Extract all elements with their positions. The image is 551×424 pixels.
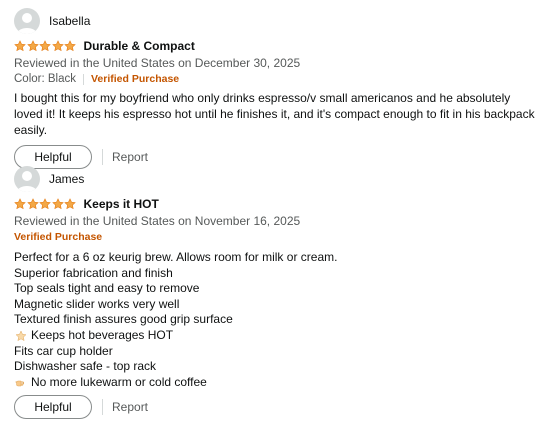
star-filled-icon bbox=[51, 40, 64, 52]
star-filled-icon bbox=[39, 198, 51, 210]
report-link[interactable]: Report bbox=[112, 150, 148, 164]
avatar-icon[interactable] bbox=[14, 8, 40, 34]
review-card: Isabella Durable & Compact Reviewed in t… bbox=[14, 8, 541, 170]
divider bbox=[83, 73, 84, 85]
star-filled-icon bbox=[39, 40, 51, 52]
review-body: Perfect for a 6 oz keurig brew. Allows r… bbox=[14, 250, 541, 390]
reviewer-name[interactable]: James bbox=[49, 172, 84, 186]
review-body: I bought this for my boyfriend who only … bbox=[14, 91, 535, 137]
review-body-line: No more lukewarm or cold coffee bbox=[14, 375, 541, 391]
star-filled-icon bbox=[26, 40, 39, 52]
review-date: Reviewed in the United States on Novembe… bbox=[14, 214, 301, 228]
rating-stars[interactable] bbox=[14, 37, 77, 55]
review-body-line: Fits car cup holder bbox=[14, 343, 113, 358]
star-filled-icon bbox=[64, 40, 76, 52]
star-emoji-icon bbox=[15, 330, 27, 341]
verified-purchase-badge: Verified Purchase bbox=[91, 73, 180, 85]
product-format: Color: Black bbox=[14, 73, 76, 85]
review-body-line: Textured finish assures good grip surfac… bbox=[14, 312, 233, 327]
review-title[interactable]: Durable & Compact bbox=[84, 39, 195, 53]
review-body-line: Superior fabrication and finish bbox=[14, 265, 173, 280]
reviewer-name[interactable]: Isabella bbox=[49, 14, 90, 28]
star-filled-icon bbox=[64, 198, 76, 210]
review-card: James Keeps it HOT Reviewed in the Unite… bbox=[14, 166, 541, 420]
avatar-icon[interactable] bbox=[14, 166, 40, 192]
report-link[interactable]: Report bbox=[112, 400, 148, 414]
review-body-line: Magnetic slider works very well bbox=[14, 296, 180, 311]
review-body-line: Perfect for a 6 oz keurig brew. Allows r… bbox=[14, 250, 338, 264]
star-filled-icon bbox=[26, 198, 39, 210]
reviewer-profile[interactable]: James bbox=[14, 166, 541, 192]
reviewer-profile[interactable]: Isabella bbox=[14, 8, 541, 34]
review-body-line: Dishwasher safe - top rack bbox=[14, 359, 157, 374]
rating-stars[interactable] bbox=[14, 195, 77, 213]
pointing-hand-emoji-icon bbox=[15, 380, 25, 386]
review-body-line: Top seals tight and easy to remove bbox=[14, 281, 200, 296]
divider bbox=[102, 149, 103, 165]
star-filled-icon bbox=[51, 198, 64, 210]
review-date: Reviewed in the United States on Decembe… bbox=[14, 56, 301, 70]
verified-purchase-badge: Verified Purchase bbox=[14, 231, 103, 243]
star-filled-icon bbox=[14, 198, 26, 210]
divider bbox=[102, 399, 103, 416]
star-filled-icon bbox=[14, 40, 26, 52]
helpful-button[interactable]: Helpful bbox=[14, 395, 92, 420]
review-title[interactable]: Keeps it HOT bbox=[84, 197, 159, 211]
review-body-line: Keeps hot beverages HOT bbox=[14, 328, 541, 344]
